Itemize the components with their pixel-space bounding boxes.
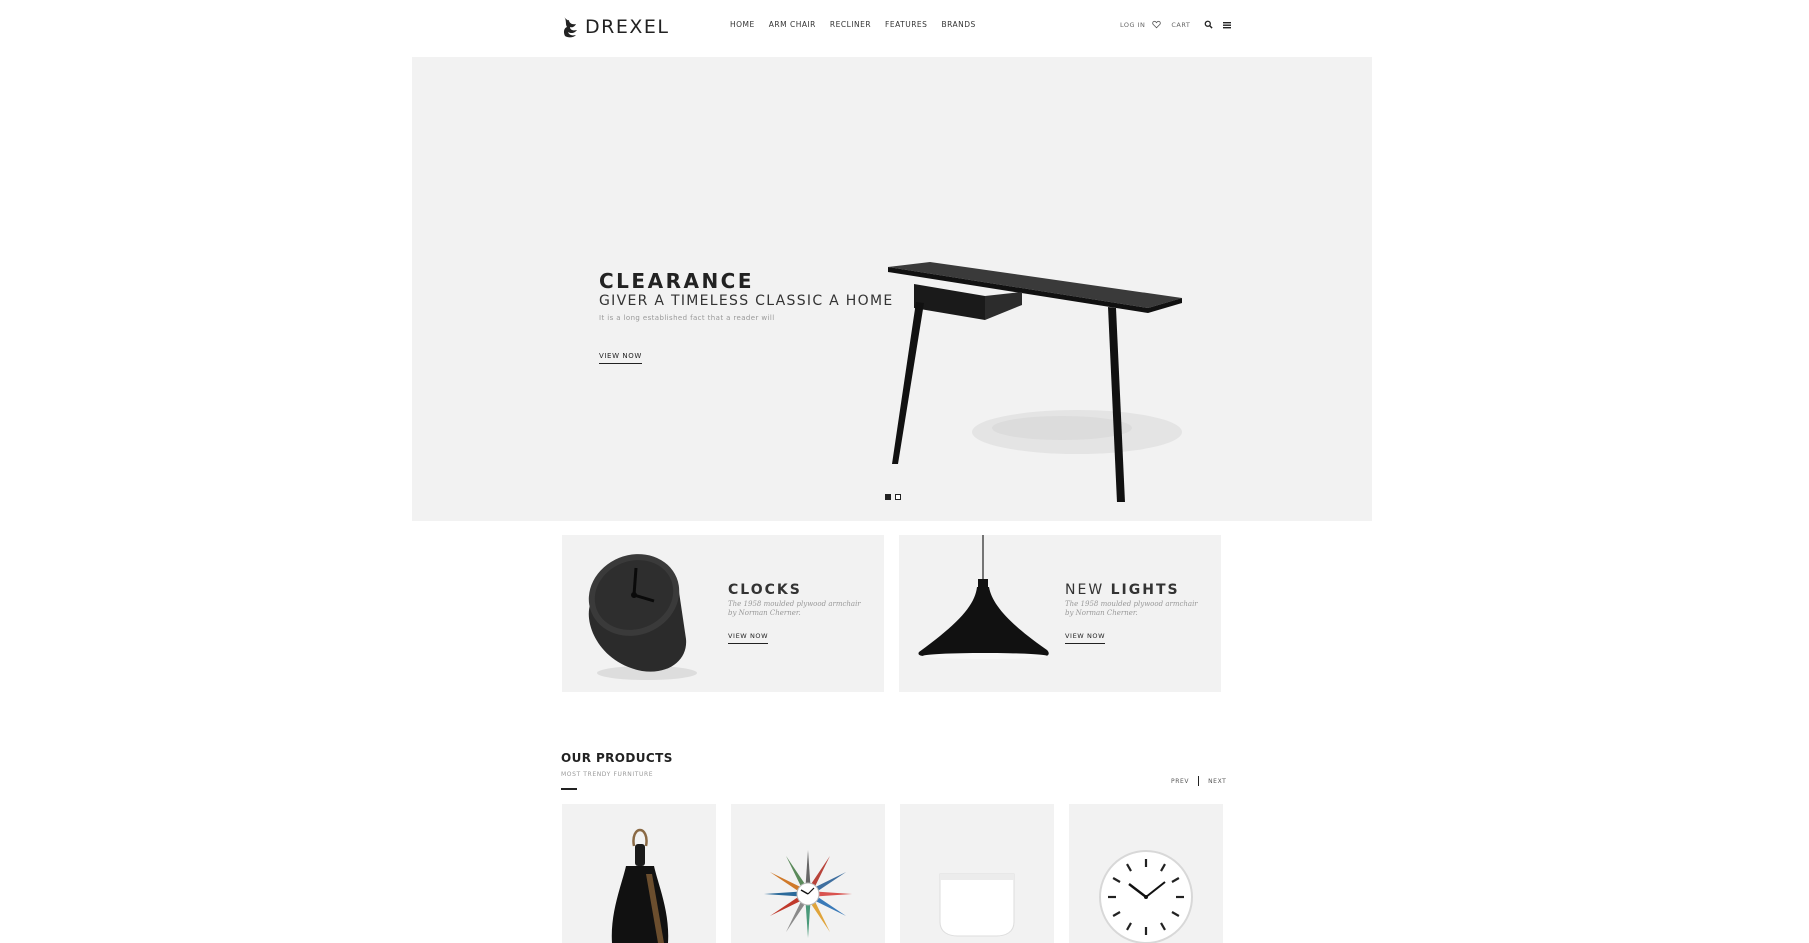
desk-image <box>888 262 1182 502</box>
hero-description: It is a long established fact that a rea… <box>599 314 775 322</box>
slider-dot-1[interactable] <box>885 494 891 500</box>
heart-icon[interactable] <box>1152 20 1162 29</box>
next-button[interactable]: NEXT <box>1208 778 1226 785</box>
products-section-title: OUR PRODUCTS <box>561 751 673 765</box>
wall-pot-image <box>939 873 1015 937</box>
promo-banner-clocks[interactable]: CLOCKS The 1958 moulded plywood armchair… <box>562 535 884 692</box>
nav-item-home[interactable]: HOME <box>730 20 755 29</box>
product-card-dustpan[interactable] <box>562 804 716 943</box>
clock-image <box>588 554 697 680</box>
promo-title: NEW LIGHTS <box>1065 582 1180 598</box>
promo-description: The 1958 moulded plywood armchair by Nor… <box>728 600 861 617</box>
products-section-subtitle: MOST TRENDY FURNITURE <box>561 771 654 778</box>
slider-dot-2[interactable] <box>895 494 901 500</box>
logo[interactable]: DREXEL <box>561 14 669 40</box>
cart-link[interactable]: CART <box>1171 21 1190 29</box>
promo-title-bold: LIGHTS <box>1110 582 1180 598</box>
hero-view-now-button[interactable]: VIEW NOW <box>599 352 642 364</box>
nav-item-recliner[interactable]: RECLINER <box>830 20 871 29</box>
promo-view-now-button[interactable]: VIEW NOW <box>728 632 769 644</box>
header-utilities: LOG IN CART <box>1120 20 1232 29</box>
slider-dots <box>885 494 901 500</box>
promo-title: CLOCKS <box>728 582 802 598</box>
promo-banner-lights[interactable]: NEW LIGHTS The 1958 moulded plywood armc… <box>899 535 1221 692</box>
product-card-wall-clock[interactable] <box>1069 804 1223 943</box>
nav-item-arm-chair[interactable]: ARM CHAIR <box>769 20 816 29</box>
product-card-wall-pot[interactable] <box>900 804 1054 943</box>
hero-slider: CLEARANCE GIVER A TIMELESS CLASSIC A HOM… <box>412 57 1372 521</box>
promo-title-light: NEW <box>1065 582 1111 598</box>
login-link[interactable]: LOG IN <box>1120 21 1145 29</box>
logo-text: DREXEL <box>585 16 670 38</box>
bird-logo-icon <box>563 17 577 38</box>
prev-button[interactable]: PREV <box>1171 778 1189 785</box>
hero-title: CLEARANCE <box>599 269 755 293</box>
hero-subtitle: GIVER A TIMELESS CLASSIC A HOME <box>599 293 894 309</box>
pager-separator <box>1198 776 1200 786</box>
sunburst-clock-image <box>764 850 852 938</box>
search-icon[interactable] <box>1204 20 1213 29</box>
main-nav: HOME ARM CHAIR RECLINER FEATURES BRANDS <box>730 20 990 29</box>
nav-item-brands[interactable]: BRANDS <box>941 20 975 29</box>
products-pager: PREV NEXT <box>1171 776 1226 786</box>
wall-clock-image <box>1099 850 1193 943</box>
product-card-sunburst-clock[interactable] <box>731 804 885 943</box>
site-header: DREXEL HOME ARM CHAIR RECLINER FEATURES … <box>0 0 1809 57</box>
promo-title-bold: CLOCKS <box>728 582 802 598</box>
section-divider <box>561 788 577 790</box>
pendant-lamp-image <box>918 535 1049 659</box>
promo-view-now-button[interactable]: VIEW NOW <box>1065 632 1106 644</box>
nav-item-features[interactable]: FEATURES <box>885 20 927 29</box>
hamburger-menu-icon[interactable] <box>1223 21 1232 29</box>
dustpan-image <box>611 828 669 943</box>
promo-description: The 1958 moulded plywood armchair by Nor… <box>1065 600 1198 617</box>
